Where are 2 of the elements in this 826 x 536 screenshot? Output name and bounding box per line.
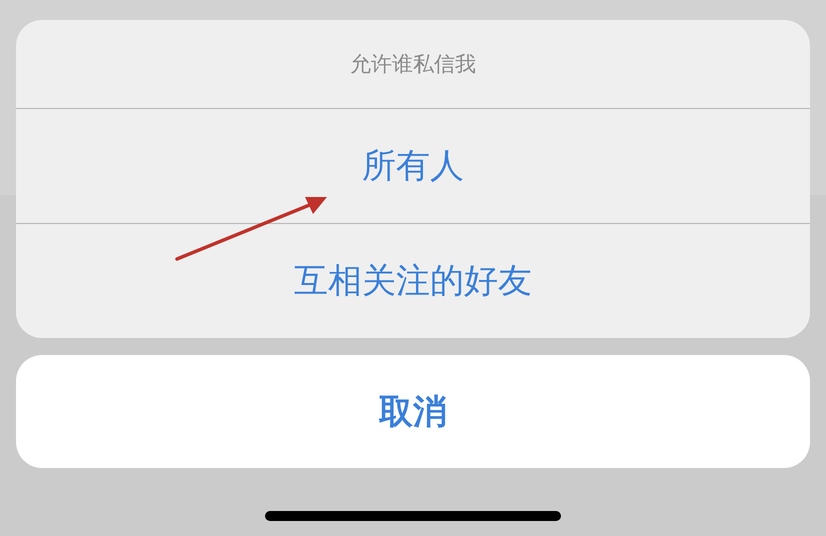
- home-indicator[interactable]: [265, 511, 561, 521]
- cancel-button[interactable]: 取消: [16, 355, 810, 468]
